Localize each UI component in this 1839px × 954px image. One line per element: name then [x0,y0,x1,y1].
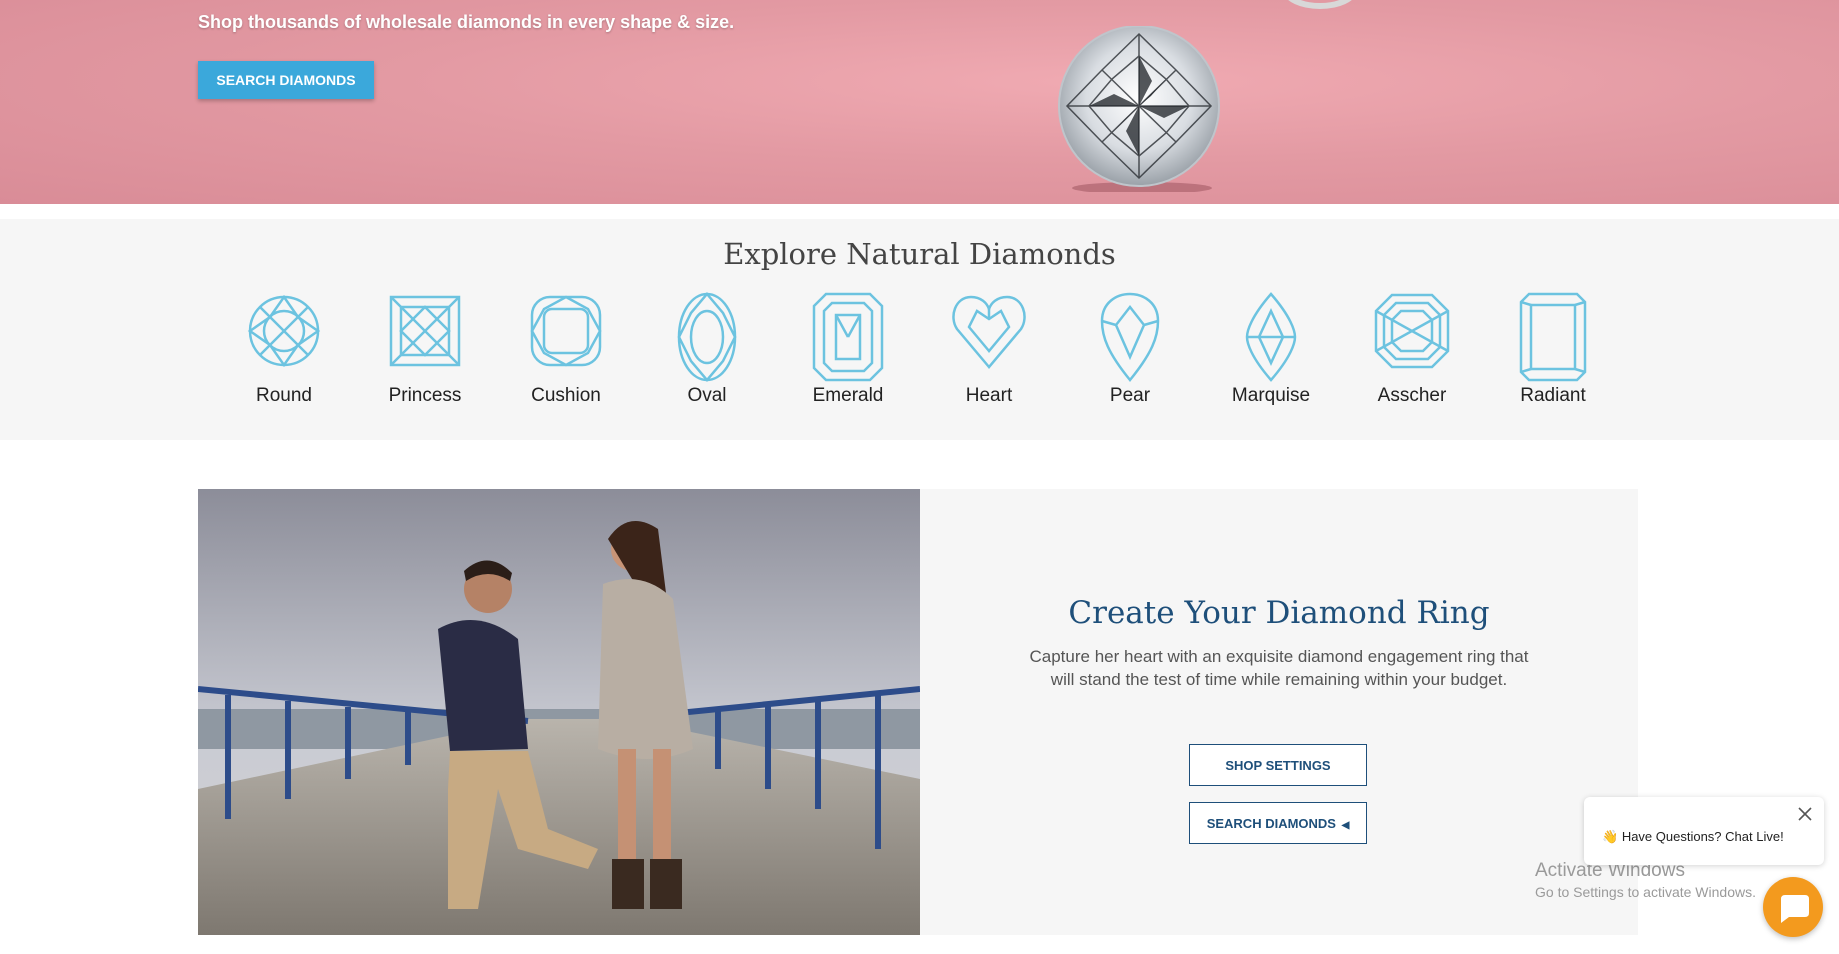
shapes-title: Explore Natural Diamonds [723,237,1116,271]
hero-banner: Shop thousands of wholesale diamonds in … [0,0,1839,204]
shape-label: Round [256,385,312,406]
shape-label: Emerald [812,385,884,406]
search-diamonds-label: SEARCH DIAMONDS [1206,815,1336,831]
shape-princess[interactable]: Princess [365,291,485,411]
hero-tagline: Shop thousands of wholesale diamonds in … [198,12,735,32]
shape-label: Oval [687,385,727,406]
shape-label: Heart [965,385,1013,406]
shop-settings-button[interactable]: SHOP SETTINGS [1189,744,1367,786]
shape-round[interactable]: Round [224,291,344,411]
shape-oval[interactable]: Oval [647,291,767,411]
chat-launcher-button[interactable] [1763,877,1823,937]
hero-divider [0,204,1839,219]
shape-emerald[interactable]: Emerald [788,291,908,411]
ring-image [1288,0,1352,9]
chat-prompt: 👋 Have Questions? Chat Live! [1602,829,1784,845]
diamond-image [1058,26,1220,192]
chat-popup[interactable]: 👋 Have Questions? Chat Live! [1584,797,1824,865]
explore-shapes-section: Explore Natural Diamonds Round Princess … [0,219,1839,440]
shape-label: Princess [388,385,462,406]
hero-search-diamonds-button[interactable]: SEARCH DIAMONDS [198,61,374,99]
shape-label: Pear [1109,385,1151,406]
proposal-photo [198,489,920,935]
emerald-diamond-icon [812,292,884,382]
ring-section-title: Create Your Diamond Ring [1068,595,1490,631]
shape-pear[interactable]: Pear [1070,291,1190,411]
shape-heart[interactable]: Heart [929,291,1049,411]
wave-icon: 👋 [1602,829,1619,844]
search-diamonds-button[interactable]: SEARCH DIAMONDS ◀ [1189,802,1367,844]
shape-label: Cushion [531,385,601,406]
chat-bubble-icon [1781,895,1809,923]
shape-radiant[interactable]: Radiant [1493,291,1613,411]
marquise-diamond-icon [1245,292,1297,382]
shape-label: Asscher [1377,385,1447,406]
caret-left-icon: ◀ [1341,819,1350,831]
chat-prompt-text: Have Questions? Chat Live! [1621,829,1784,844]
shape-asscher[interactable]: Asscher [1352,291,1472,411]
shape-label: Radiant [1520,385,1586,406]
heart-diamond-icon [952,295,1026,369]
radiant-diamond-icon [1519,292,1587,382]
asscher-diamond-icon [1374,293,1450,369]
oval-diamond-icon [677,292,737,382]
ring-section-description: Capture her heart with an exquisite diam… [1029,647,1529,689]
princess-diamond-icon [389,295,461,367]
cushion-diamond-icon [530,295,602,367]
activate-windows-watermark: Activate Windows Go to Settings to activ… [1535,860,1756,900]
watermark-subtitle: Go to Settings to activate Windows. [1535,884,1756,900]
shape-marquise[interactable]: Marquise [1211,291,1331,411]
create-ring-section: Create Your Diamond Ring Capture her hea… [198,489,1638,935]
pear-diamond-icon [1100,292,1160,382]
shape-label: Marquise [1231,385,1311,406]
round-diamond-icon [247,294,321,368]
shape-cushion[interactable]: Cushion [506,291,626,411]
close-icon[interactable] [1796,805,1814,823]
